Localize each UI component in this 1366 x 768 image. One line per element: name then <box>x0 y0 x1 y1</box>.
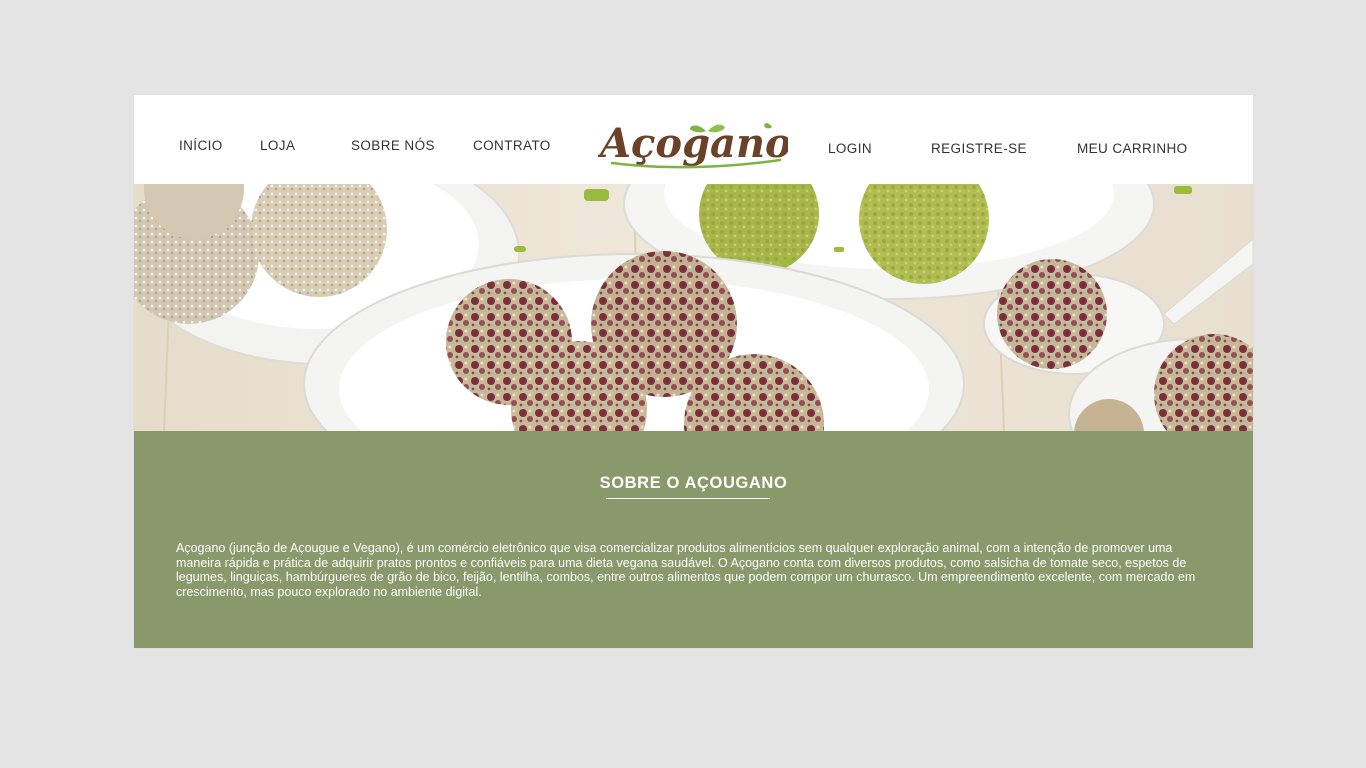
about-paragraph: Açogano (junção de Açougue e Vegano), é … <box>176 541 1196 599</box>
about-title: SOBRE O AÇOUGANO <box>599 474 788 492</box>
about-section: SOBRE O AÇOUGANO Açogano (junção de Açou… <box>134 431 1253 648</box>
nav-registre-se[interactable]: REGISTRE-SE <box>931 141 1027 156</box>
nav-meu-carrinho[interactable]: MEU CARRINHO <box>1077 141 1188 156</box>
nav-sobre-nos[interactable]: SOBRE NÓS <box>351 138 435 153</box>
site-header: INÍCIO LOJA SOBRE NÓS CONTRATO LOGIN REG… <box>134 95 1253 184</box>
spoon-and-bowl <box>983 238 1253 431</box>
nav-inicio[interactable]: INÍCIO <box>179 138 223 153</box>
page-container: INÍCIO LOJA SOBRE NÓS CONTRATO LOGIN REG… <box>134 95 1253 648</box>
nav-loja[interactable]: LOJA <box>260 138 295 153</box>
nav-contrato[interactable]: CONTRATO <box>473 138 551 153</box>
energy-balls-photo <box>134 184 1253 431</box>
hero-image <box>134 184 1253 431</box>
nav-login[interactable]: LOGIN <box>828 141 872 156</box>
logo-wordmark: Açogano <box>598 120 788 167</box>
brand-logo[interactable]: Açogano <box>596 115 792 171</box>
title-underline <box>606 498 770 499</box>
